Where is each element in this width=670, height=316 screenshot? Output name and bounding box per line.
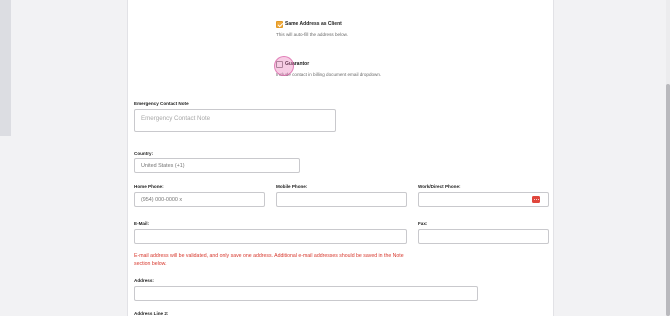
mobile-phone-input[interactable] — [276, 192, 407, 207]
email-validation-warning: E-mail address will be validated, and on… — [134, 253, 404, 267]
scrollbar-thumb[interactable] — [666, 84, 670, 316]
email-input[interactable] — [134, 229, 407, 244]
fax-input[interactable] — [418, 229, 549, 244]
guarantor-hint: Include contact in billing document emai… — [276, 72, 382, 77]
email-label: E-Mail: — [134, 221, 150, 226]
emergency-note-placeholder: Emergency Contact Note — [141, 115, 211, 122]
address-input[interactable] — [134, 286, 478, 301]
address-line2-label: Address Line 2: — [134, 311, 169, 316]
emergency-note-label: Emergency Contact Note — [134, 101, 189, 106]
mobile-phone-label: Mobile Phone: — [276, 184, 308, 189]
home-phone-input[interactable]: (954) 000-0000 x — [134, 192, 265, 207]
fax-label: Fax: — [418, 221, 428, 226]
work-phone-input[interactable] — [418, 192, 549, 207]
emergency-note-textarea[interactable]: Emergency Contact Note — [134, 109, 336, 132]
country-value: United States (+1) — [141, 163, 185, 169]
click-indicator — [274, 56, 294, 76]
work-phone-label: Work/Direct Phone: — [418, 184, 461, 189]
home-phone-placeholder: (954) 000-0000 x — [141, 197, 183, 203]
contact-form-card: Same Address as Client This will auto-fi… — [127, 0, 554, 316]
home-phone-label: Home Phone: — [134, 184, 164, 189]
autofill-extension-icon[interactable] — [532, 196, 540, 203]
country-label: Country: — [134, 151, 154, 156]
same-address-checkbox[interactable] — [276, 21, 283, 28]
address-label: Address: — [134, 278, 154, 283]
country-select[interactable]: United States (+1) — [134, 158, 300, 173]
left-side-panel — [0, 0, 11, 136]
same-address-hint: This will auto-fill the address below. — [276, 32, 349, 37]
same-address-label[interactable]: Same Address as Client — [285, 21, 342, 27]
